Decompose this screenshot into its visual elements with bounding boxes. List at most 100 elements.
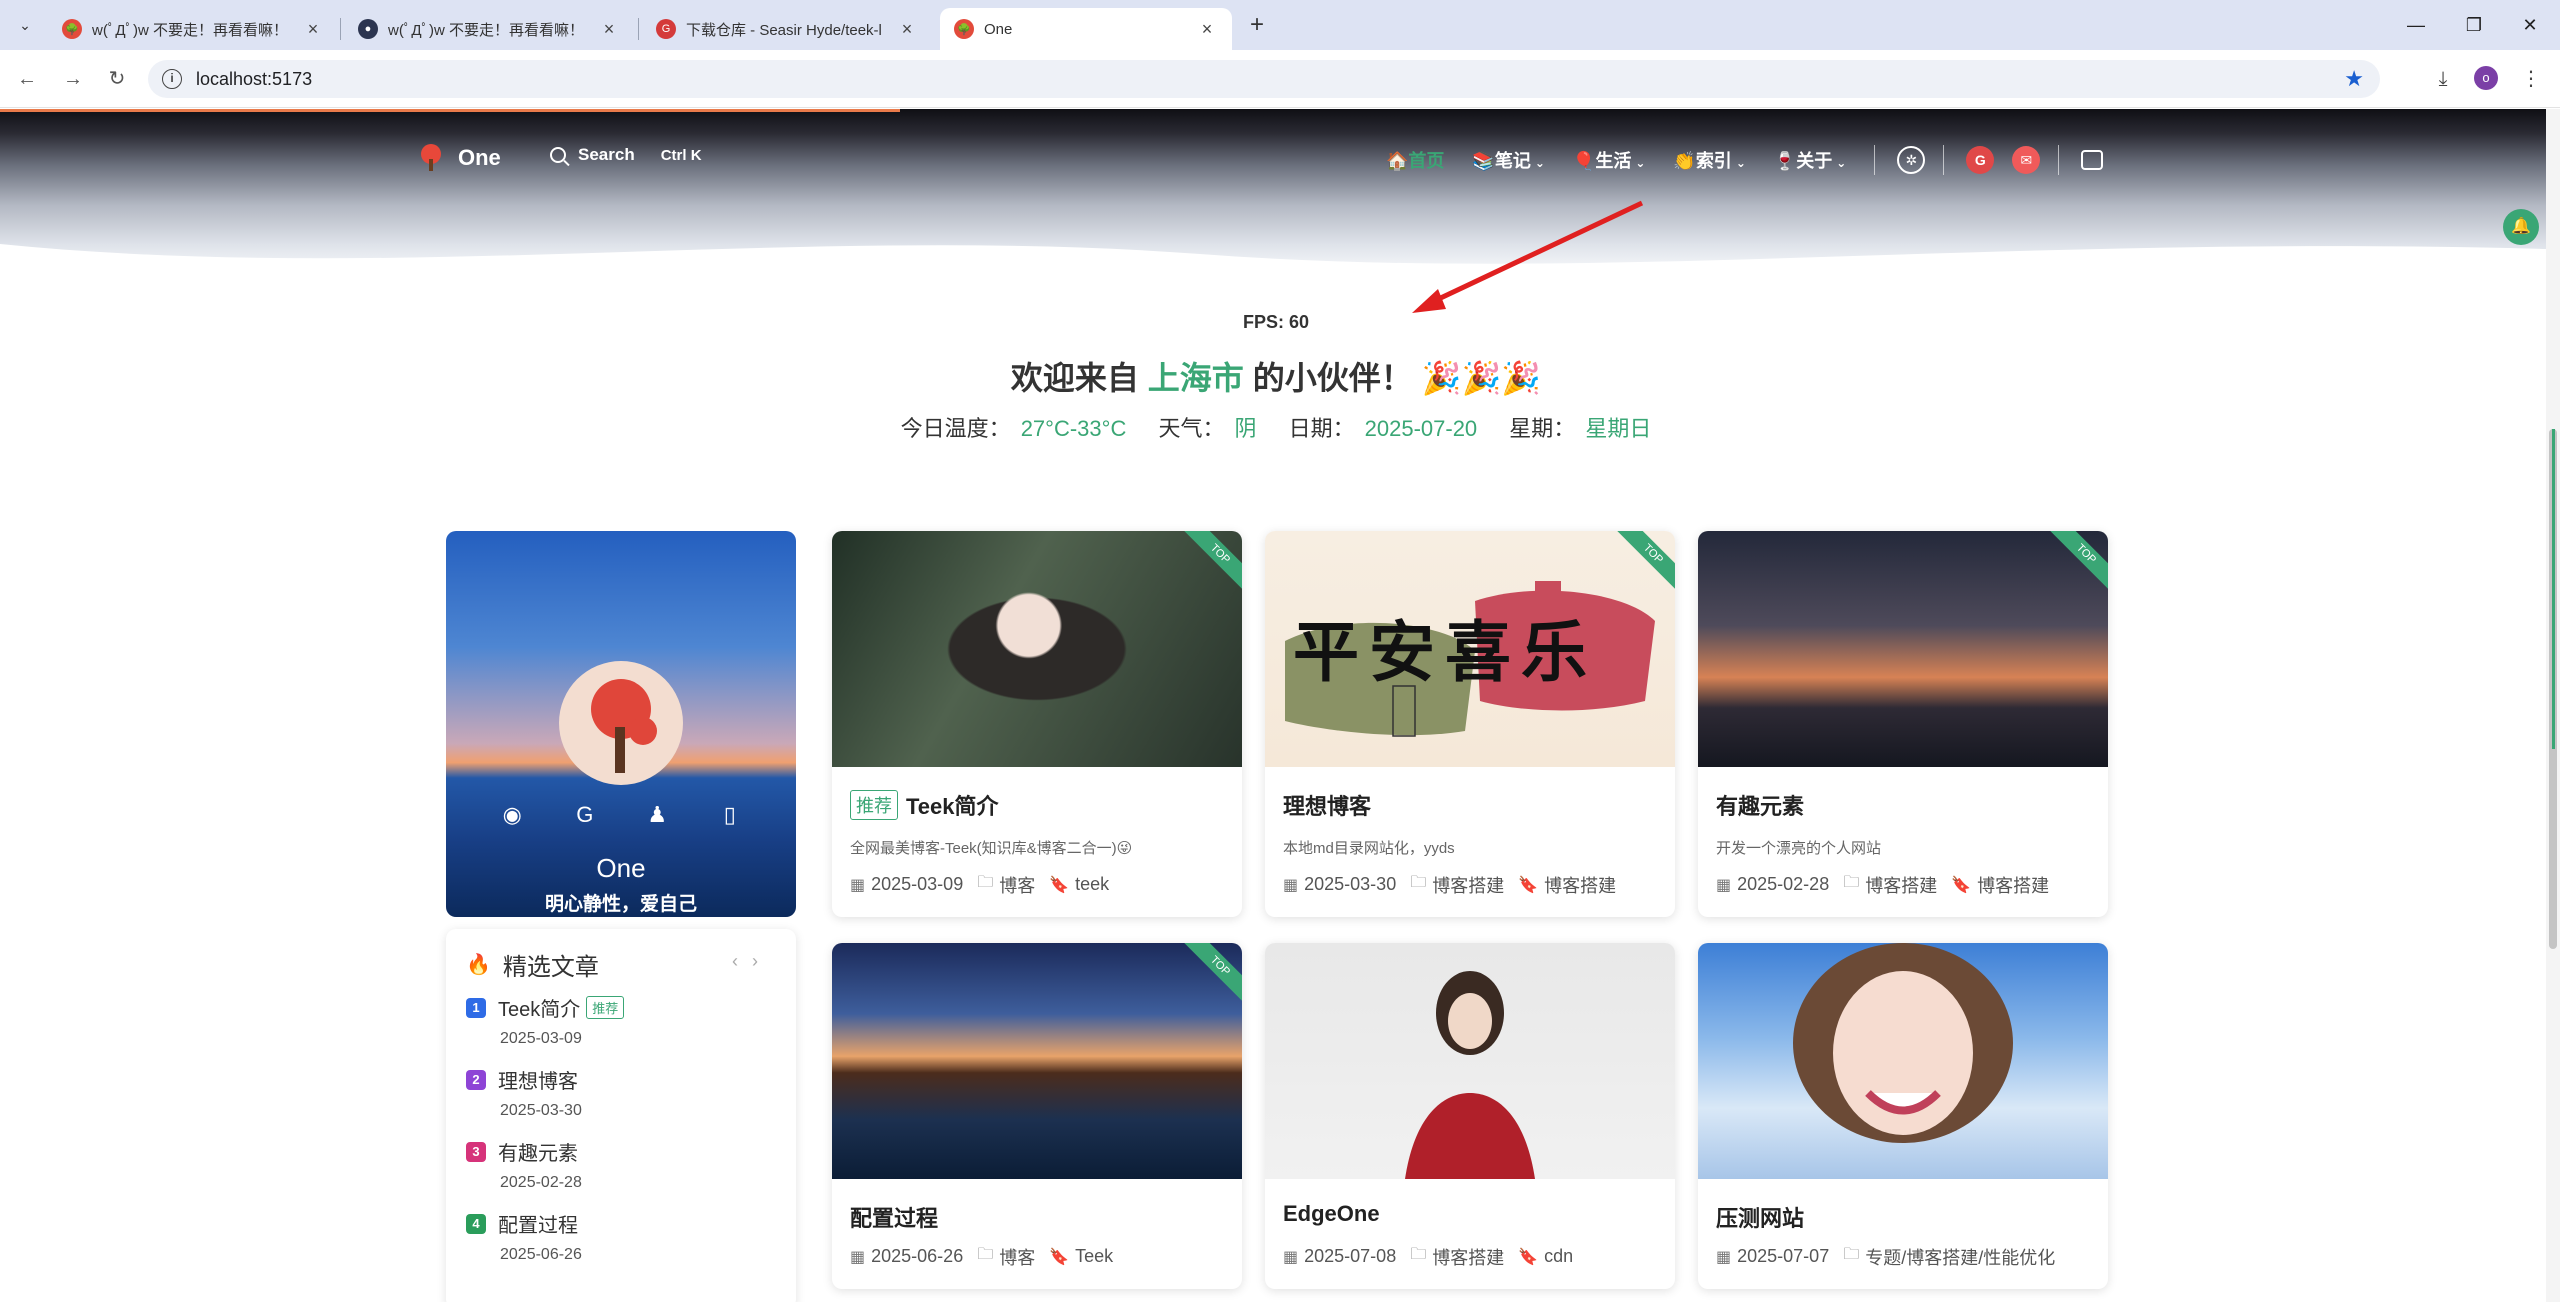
calendar-icon: ▦ bbox=[1716, 1248, 1732, 1266]
qq-icon[interactable]: ♟ bbox=[643, 801, 671, 829]
article-description: 全网最美博客-Teek(知识库&博客二合一)😜 bbox=[850, 840, 1133, 857]
folder-icon: 🗀 bbox=[1410, 874, 1427, 891]
theme-settings-icon[interactable]: ✲ bbox=[1897, 146, 1926, 174]
top-ribbon: TOP bbox=[1178, 531, 1242, 596]
author-motto: 明心静性，爱自己 bbox=[544, 894, 697, 915]
close-tab-icon[interactable]: × bbox=[302, 19, 324, 40]
calendar-icon: ▦ bbox=[1716, 876, 1732, 894]
calendar-icon: ▦ bbox=[850, 1248, 866, 1266]
tree-favicon-icon: 🌳 bbox=[62, 19, 82, 39]
site-info-icon[interactable]: i bbox=[162, 69, 182, 89]
folder-icon: 🗀 bbox=[1843, 874, 1860, 891]
nav-item-notes[interactable]: 📚笔记 ⌄ bbox=[1472, 147, 1544, 173]
chevron-down-icon: ⌄ bbox=[1735, 156, 1746, 170]
featured-item-4[interactable]: 4 配置过程 2025-06-26 bbox=[466, 1209, 582, 1264]
article-meta: ▦ 2025-07-08 🗀 博客搭建 🔖 cdn bbox=[1283, 1243, 1573, 1270]
restore-icon[interactable]: ❐ bbox=[2454, 8, 2494, 42]
close-tab-icon[interactable]: × bbox=[896, 19, 918, 40]
article-meta: ▦ 2025-02-28 🗀 博客搭建 🔖 博客搭建 bbox=[1716, 871, 2049, 898]
sidebar-toggle-icon[interactable] bbox=[2081, 150, 2104, 170]
gitee-icon[interactable]: G bbox=[1966, 146, 1995, 174]
url-input[interactable]: i localhost:5173 ★ bbox=[148, 60, 2380, 98]
top-ribbon: TOP bbox=[2044, 531, 2108, 596]
browser-tab-1[interactable]: 🌳 w(ﾟДﾟ)w 不要走！再看看嘛！ × bbox=[48, 8, 338, 50]
minimize-icon[interactable]: — bbox=[2396, 8, 2436, 42]
browser-tab-3[interactable]: G 下载仓库 - Seasir Hyde/teek-l × bbox=[642, 8, 932, 50]
nav-item-index[interactable]: 👏索引 ⌄ bbox=[1673, 147, 1745, 173]
page-scrollbar[interactable] bbox=[2546, 109, 2560, 1302]
article-meta: ▦ 2025-07-07 🗀 专题/博客搭建/性能优化 bbox=[1716, 1243, 2055, 1270]
github-icon[interactable]: ◉ bbox=[498, 801, 526, 829]
new-tab-button[interactable]: + bbox=[1242, 10, 1272, 40]
calendar-icon: ▦ bbox=[850, 876, 866, 894]
nav-item-about[interactable]: 🍷关于 ⌄ bbox=[1774, 147, 1846, 173]
article-card-fun-elements[interactable]: TOP 有趣元素 开发一个漂亮的个人网站 ▦ 2025-02-28 🗀 博客搭建 🔖… bbox=[1698, 531, 2108, 917]
recommend-tag: 推荐 bbox=[850, 790, 898, 820]
forward-arrow-icon[interactable]: → bbox=[58, 64, 88, 94]
close-tab-icon[interactable]: × bbox=[1196, 19, 1218, 40]
bookmark-icon: 🔖 bbox=[1049, 876, 1070, 894]
author-name: One bbox=[596, 853, 646, 883]
featured-pager: ‹› bbox=[732, 951, 772, 972]
article-card-edgeone[interactable]: EdgeOne ▦ 2025-07-08 🗀 博客搭建 🔖 cdn bbox=[1265, 943, 1675, 1289]
nav-divider bbox=[1874, 145, 1876, 175]
nav-divider bbox=[1943, 145, 1945, 175]
search-shortcut: Ctrl K bbox=[660, 146, 702, 164]
browser-tab-active[interactable]: 🌳 One × bbox=[940, 8, 1232, 50]
reload-icon[interactable]: ↻ bbox=[102, 64, 132, 94]
nav-item-life[interactable]: 🎈生活 ⌄ bbox=[1573, 147, 1645, 173]
mail-icon[interactable]: ✉ bbox=[2012, 146, 2041, 174]
article-card-ideal-blog[interactable]: 平安喜乐 TOP 理想博客 本地md目录网站化，yyds ▦ 2025-03-30… bbox=[1265, 531, 1675, 917]
article-card-stress-test[interactable]: 压测网站 ▦ 2025-07-07 🗀 专题/博客搭建/性能优化 bbox=[1698, 943, 2108, 1289]
party-popper-icon: 🎉🎉🎉 bbox=[1421, 360, 1542, 396]
featured-item-1[interactable]: 1 Teek简介 推荐 2025-03-09 bbox=[466, 993, 625, 1048]
gitee-icon[interactable]: G bbox=[571, 801, 599, 829]
tab-search-button[interactable]: ⌄ bbox=[10, 12, 40, 38]
article-card-config[interactable]: TOP 配置过程 ▦ 2025-06-26 🗀 博客 🔖 Teek bbox=[832, 943, 1242, 1289]
calendar-icon: ▦ bbox=[1283, 876, 1299, 894]
article-card-teek[interactable]: TOP 推荐 Teek简介 全网最美博客-Teek(知识库&博客二合一)😜 ▦ 2… bbox=[832, 531, 1242, 917]
article-title: 压测网站 bbox=[1716, 1206, 1805, 1231]
notification-bell-icon[interactable]: 🔔 bbox=[2503, 209, 2539, 245]
chevron-right-icon[interactable]: › bbox=[752, 951, 772, 971]
tree-logo-icon bbox=[421, 144, 441, 171]
phone-icon[interactable]: ▯ bbox=[716, 801, 744, 829]
article-meta: ▦ 2025-06-26 🗀 博客 🔖 Teek bbox=[850, 1243, 1113, 1270]
article-title: 有趣元素 bbox=[1716, 794, 1805, 819]
close-window-icon[interactable]: ✕ bbox=[2510, 8, 2550, 42]
scroll-progress-indicator bbox=[2552, 429, 2555, 749]
article-cover-image bbox=[1265, 943, 1675, 1179]
article-cover-image bbox=[1698, 943, 2108, 1179]
close-tab-icon[interactable]: × bbox=[598, 19, 620, 40]
gitee-favicon-icon: G bbox=[656, 19, 676, 39]
article-description: 开发一个漂亮的个人网站 bbox=[1716, 840, 1882, 857]
bookmark-icon: 🔖 bbox=[1518, 876, 1539, 894]
tree-favicon-icon: 🌳 bbox=[954, 19, 974, 39]
calligraphy-text: 平安喜乐 bbox=[1293, 613, 1597, 691]
site-brand[interactable]: One bbox=[416, 143, 501, 173]
top-ribbon: TOP bbox=[1178, 943, 1242, 1008]
folder-icon: 🗀 bbox=[1410, 1246, 1427, 1263]
back-arrow-icon[interactable]: ← bbox=[12, 64, 42, 94]
article-meta: ▦ 2025-03-09 🗀 博客 🔖 teek bbox=[850, 871, 1109, 898]
search-button[interactable]: Search Ctrl K bbox=[550, 145, 702, 165]
tab-divider bbox=[638, 18, 639, 40]
article-title: 理想博客 bbox=[1283, 794, 1372, 819]
article-cover-image: TOP bbox=[1698, 531, 2108, 767]
bookmark-icon: 🔖 bbox=[1951, 876, 1972, 894]
folder-icon: 🗀 bbox=[977, 874, 994, 891]
nav-item-home[interactable]: 🏠首页 bbox=[1386, 147, 1444, 173]
red-annotation-arrow bbox=[1412, 200, 1644, 313]
featured-item-3[interactable]: 3 有趣元素 2025-02-28 bbox=[466, 1137, 582, 1192]
chevron-left-icon[interactable]: ‹ bbox=[732, 951, 752, 971]
bookmark-star-icon[interactable]: ★ bbox=[2344, 66, 2364, 92]
author-profile-card: ◉ G ♟ ▯ One 明心静性，爱自己 bbox=[446, 531, 796, 917]
more-menu-icon[interactable]: ⋮ bbox=[2516, 64, 2546, 94]
profile-avatar[interactable]: o bbox=[2474, 66, 2498, 90]
download-icon[interactable]: ⤓ bbox=[2428, 64, 2458, 94]
avatar-favicon-icon: ● bbox=[358, 19, 378, 39]
browser-tab-2[interactable]: ● w(ﾟДﾟ)w 不要走！再看看嘛！ × bbox=[344, 8, 634, 50]
social-links: ◉ G ♟ ▯ bbox=[446, 801, 796, 829]
featured-item-2[interactable]: 2 理想博客 2025-03-30 bbox=[466, 1065, 582, 1120]
welcome-heading: 欢迎来自 上海市 的小伙伴！ 🎉🎉🎉 bbox=[1010, 360, 1542, 396]
